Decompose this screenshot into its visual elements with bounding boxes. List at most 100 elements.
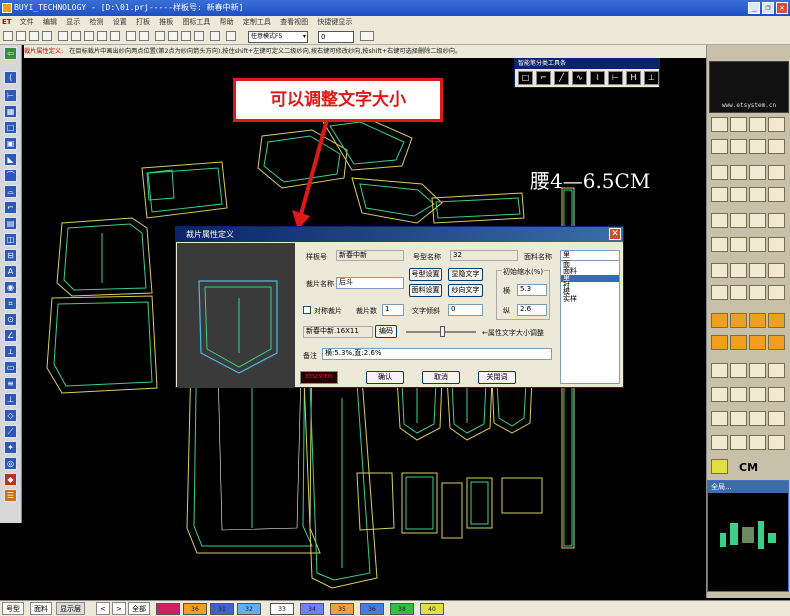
minimize-button[interactable]: _ xyxy=(748,2,760,14)
button-tool-icon[interactable]: ⊙ xyxy=(4,313,17,326)
tool-icon[interactable] xyxy=(711,213,728,228)
tool-icon[interactable] xyxy=(768,313,785,328)
size-swatch[interactable] xyxy=(156,603,180,615)
tool-icon[interactable] xyxy=(730,435,747,450)
table-icon[interactable] xyxy=(194,31,204,41)
rect-tool-icon[interactable]: □ xyxy=(4,121,17,134)
piece-tool-icon[interactable]: ▤ xyxy=(4,217,17,230)
tool-icon[interactable] xyxy=(768,285,785,300)
tool-icon[interactable] xyxy=(711,363,728,378)
tool-icon[interactable] xyxy=(730,213,747,228)
zoom-out-icon[interactable] xyxy=(71,31,81,41)
next-button[interactable]: > xyxy=(112,602,126,615)
encode-button[interactable]: 编码 xyxy=(375,325,397,338)
tool-icon[interactable] xyxy=(749,363,766,378)
note-input[interactable]: 横:5.3%,直:2.6% xyxy=(322,348,552,360)
corner-icon[interactable]: ⌐ xyxy=(536,71,551,85)
menu-view-mode[interactable]: 查看视图 xyxy=(280,18,308,26)
fabric-setting-button[interactable]: 面料设置 xyxy=(409,284,442,297)
tool-icon[interactable] xyxy=(749,187,766,202)
open-file-icon[interactable] xyxy=(16,31,26,41)
tool-icon[interactable] xyxy=(730,313,747,328)
tool-icon[interactable] xyxy=(711,387,728,402)
tool-icon[interactable] xyxy=(768,387,785,402)
snap-icon[interactable] xyxy=(226,31,236,41)
redo-icon[interactable] xyxy=(139,31,149,41)
shape-tool-icon[interactable]: ◇ xyxy=(4,409,17,422)
text-size-slider-thumb[interactable] xyxy=(440,326,445,337)
tool-icon[interactable] xyxy=(730,187,747,202)
pin-tool-icon[interactable]: ✦ xyxy=(4,441,17,454)
close-dialog-button[interactable]: 关閉词 xyxy=(478,371,516,384)
tool-icon[interactable] xyxy=(730,335,747,350)
prev-button[interactable]: < xyxy=(96,602,110,615)
layers-icon[interactable] xyxy=(168,31,178,41)
tool-icon[interactable] xyxy=(749,117,766,132)
tool-icon[interactable] xyxy=(749,263,766,278)
menu-file[interactable]: 文件 xyxy=(20,18,34,26)
grid-icon[interactable] xyxy=(155,31,165,41)
tool-icon[interactable] xyxy=(768,363,785,378)
frame-tool-icon[interactable]: ▭ xyxy=(4,361,17,374)
menu-edit[interactable]: 编辑 xyxy=(43,18,57,26)
fabric-list-item[interactable]: 实样 xyxy=(561,296,619,303)
menu-shortcuts[interactable]: 快捷键显示 xyxy=(317,18,352,26)
tool-icon[interactable] xyxy=(749,165,766,180)
size-swatch[interactable]: 33 xyxy=(270,603,294,615)
curve-icon[interactable]: ⌇ xyxy=(590,71,605,85)
tool-icon[interactable] xyxy=(730,387,747,402)
ok-button[interactable]: 确认 xyxy=(366,371,404,384)
tool-icon[interactable] xyxy=(711,139,728,154)
fold-tool-icon[interactable]: ⌓ xyxy=(4,185,17,198)
cm-unit-label[interactable]: CM xyxy=(739,461,758,474)
square-tool-icon[interactable]: ▣ xyxy=(4,137,17,150)
keyboard-icon[interactable] xyxy=(360,31,374,41)
dart-tool-icon[interactable]: ◣ xyxy=(4,153,17,166)
tool-icon[interactable] xyxy=(768,263,785,278)
tool-icon[interactable] xyxy=(749,313,766,328)
horizontal-shrink-input[interactable]: 5.3 xyxy=(517,284,547,296)
size-swatch[interactable]: 36 xyxy=(183,603,207,615)
mode-select[interactable]: 任意模式F5 xyxy=(248,31,308,43)
tool-icon[interactable] xyxy=(768,117,785,132)
tool-icon[interactable] xyxy=(730,363,747,378)
tool-icon[interactable] xyxy=(711,187,728,202)
size-swatch[interactable]: 32 xyxy=(237,603,261,615)
overview-minimap[interactable]: 全局... xyxy=(707,480,789,592)
tool-icon[interactable] xyxy=(711,263,728,278)
size-swatch[interactable]: 40 xyxy=(420,603,444,615)
select-tool-icon[interactable]: ⇦ xyxy=(4,47,17,60)
tool-icon[interactable] xyxy=(730,139,747,154)
zoom-in-icon[interactable] xyxy=(58,31,68,41)
piece-count-input[interactable]: 1 xyxy=(382,304,404,316)
tool-icon[interactable] xyxy=(711,435,728,450)
tool-icon[interactable] xyxy=(711,237,728,252)
tool-icon[interactable] xyxy=(711,165,728,180)
tool-icon[interactable] xyxy=(749,435,766,450)
tool-icon[interactable] xyxy=(749,237,766,252)
menu-grading[interactable]: 推板 xyxy=(159,18,173,26)
tool-icon[interactable] xyxy=(730,117,747,132)
menu-custom-tools[interactable]: 定制工具 xyxy=(243,18,271,26)
tab-size[interactable]: 号型 xyxy=(2,602,24,615)
rect-icon[interactable]: □ xyxy=(518,71,533,85)
dash-icon[interactable]: ⊢ xyxy=(608,71,623,85)
pan-icon[interactable] xyxy=(97,31,107,41)
tool-icon[interactable] xyxy=(749,387,766,402)
angle-tool-icon[interactable]: ∠ xyxy=(4,329,17,342)
slash-icon[interactable]: ╱ xyxy=(554,71,569,85)
fit-view-icon[interactable] xyxy=(84,31,94,41)
menu-help[interactable]: 帮助 xyxy=(220,18,234,26)
cancel-button[interactable]: 取消 xyxy=(422,371,460,384)
undo-icon[interactable] xyxy=(126,31,136,41)
dialog-close-button[interactable]: ✕ xyxy=(609,228,621,240)
tool-icon[interactable] xyxy=(711,117,728,132)
tool-icon[interactable] xyxy=(749,335,766,350)
tool-icon[interactable] xyxy=(749,139,766,154)
size-swatch[interactable]: 31 xyxy=(210,603,234,615)
split-tool-icon[interactable]: ≡ xyxy=(4,377,17,390)
nav-tool-icon[interactable]: ◆ xyxy=(4,473,17,486)
menu-settings[interactable]: 设置 xyxy=(113,18,127,26)
tool-icon[interactable] xyxy=(730,263,747,278)
symmetric-checkbox[interactable] xyxy=(303,306,311,314)
